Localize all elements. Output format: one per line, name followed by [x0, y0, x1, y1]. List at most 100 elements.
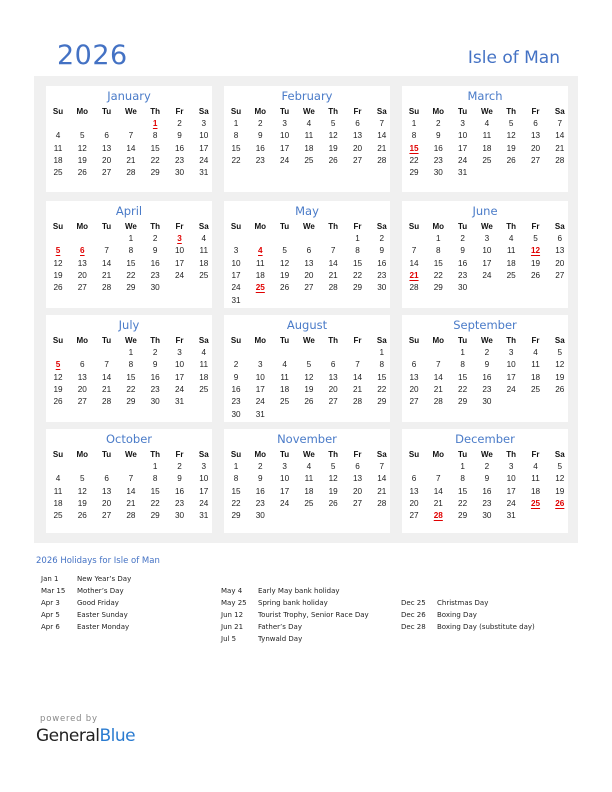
day-cell: 30 [150, 397, 160, 407]
day-cell: 8 [128, 246, 134, 256]
holiday-name: Easter Sunday [77, 611, 128, 620]
weekday-header: Tu [458, 450, 468, 459]
weekday-header: Mo [76, 450, 89, 459]
day-cell: 21 [328, 270, 338, 280]
day-cell: 2 [177, 119, 182, 128]
day-cell: 19 [53, 384, 63, 394]
day-cell: 26 [77, 511, 87, 521]
weekday-header: Fr [175, 336, 184, 345]
day-cell: 27 [409, 397, 419, 407]
day-cell: 4 [55, 131, 61, 141]
day-cell: 30 [482, 511, 492, 521]
day-cell: 12 [53, 372, 63, 382]
day-cell: 9 [460, 246, 465, 256]
day-cell: 21 [102, 270, 112, 280]
day-cell: 8 [152, 474, 158, 484]
day-cell: 14 [126, 143, 136, 153]
day-cell: 3 [258, 360, 263, 370]
weekday-header: Sa [376, 336, 387, 345]
month-name: April [115, 204, 143, 218]
holiday-name: Mother’s Day [77, 587, 124, 596]
day-cell: 12 [53, 258, 63, 268]
day-cell: 30 [174, 511, 185, 521]
day-cell: 24 [458, 155, 468, 165]
day-cell: 14 [377, 131, 387, 141]
day-cell: 20 [409, 498, 419, 508]
day-cell: 6 [355, 462, 360, 471]
day-cell: 17 [482, 258, 492, 268]
holiday-name: Tourist Trophy, Senior Race Day [258, 611, 369, 620]
holiday-date: Dec 25 [401, 599, 426, 607]
weekday-header: We [302, 222, 315, 231]
day-cell: 1 [152, 462, 158, 471]
weekday-header: Mo [432, 450, 445, 459]
holiday-date: Mar 15 [41, 587, 66, 596]
day-cell: 27 [409, 511, 419, 521]
day-cell: 5 [306, 360, 312, 370]
weekday-header: Sa [554, 222, 565, 231]
day-cell: 8 [152, 131, 158, 141]
day-cell: 20 [409, 384, 419, 394]
day-cell: 7 [104, 360, 109, 370]
weekday-header: Su [52, 336, 64, 345]
month-name: August [286, 318, 328, 332]
day-cell: 6 [533, 119, 538, 128]
day-cell: 31 [255, 409, 265, 419]
day-cell: 25 [482, 155, 492, 165]
day-cell: 8 [355, 246, 360, 256]
day-cell: 22 [433, 270, 443, 280]
day-cell: 7 [128, 131, 134, 141]
country-title: Isle of Man [467, 48, 560, 68]
day-cell: 11 [482, 131, 492, 141]
day-cell: 5 [533, 234, 538, 243]
weekday-header: We [302, 107, 315, 116]
day-cell: 28 [352, 397, 363, 407]
weekday-header: Su [408, 450, 420, 459]
day-cell: 19 [77, 155, 87, 165]
day-cell: 13 [102, 486, 112, 496]
day-cell: 23 [482, 384, 492, 394]
day-cell: 24 [280, 155, 290, 165]
day-cell: 5 [80, 131, 85, 141]
day-cell: 12 [328, 131, 338, 141]
day-cell: 3 [460, 119, 465, 128]
brand-blue: Blue [99, 726, 136, 746]
weekday-header: Sa [198, 107, 209, 116]
day-cell: 3 [233, 246, 239, 256]
day-cell: 30 [150, 283, 160, 293]
month-name: February [281, 89, 333, 103]
day-cell: 13 [409, 372, 419, 382]
day-cell: 8 [128, 360, 134, 370]
day-cell: 20 [102, 155, 112, 165]
day-cell: 31 [174, 397, 185, 407]
generalblue-logo[interactable]: GeneralBlue [36, 726, 136, 746]
day-cell: 26 [280, 283, 290, 293]
day-cell: 15 [352, 258, 363, 268]
day-cell: 8 [460, 474, 465, 484]
day-cell: 20 [530, 143, 541, 153]
day-cell: 15 [231, 143, 241, 153]
day-cell: 24 [199, 155, 209, 165]
day-cell: 1 [128, 234, 134, 243]
day-cell: 3 [282, 119, 287, 128]
month-september: September Su Mo Tu We Th Fr Sa 1 2 3 4 5 6 7 8 9 10 11 12 13… [402, 315, 568, 422]
month-name: January [107, 89, 151, 103]
day-cell: 10 [482, 246, 492, 256]
weekday-header: Su [230, 336, 242, 345]
day-cell: 28 [102, 397, 112, 407]
weekday-header: Fr [353, 222, 362, 231]
day-cell: 23 [255, 498, 265, 508]
day-cell: 24 [280, 498, 290, 508]
day-cell: 2 [258, 119, 263, 128]
weekday-header: Fr [353, 107, 362, 116]
month-march: March Su Mo Tu We Th Fr Sa 1 2 3 4 5 6 7 8 9 10 11 12 13 14 15… [402, 86, 568, 192]
weekday-header: Th [328, 336, 339, 345]
day-cell: 18 [53, 155, 63, 165]
weekday-header: Tu [280, 450, 290, 459]
day-cell: 4 [282, 360, 287, 370]
day-cell: 5 [330, 462, 336, 471]
day-cell: 18 [304, 143, 314, 153]
day-cell: 27 [102, 168, 112, 178]
day-cell: 13 [555, 246, 565, 256]
day-cell: 20 [77, 384, 87, 394]
